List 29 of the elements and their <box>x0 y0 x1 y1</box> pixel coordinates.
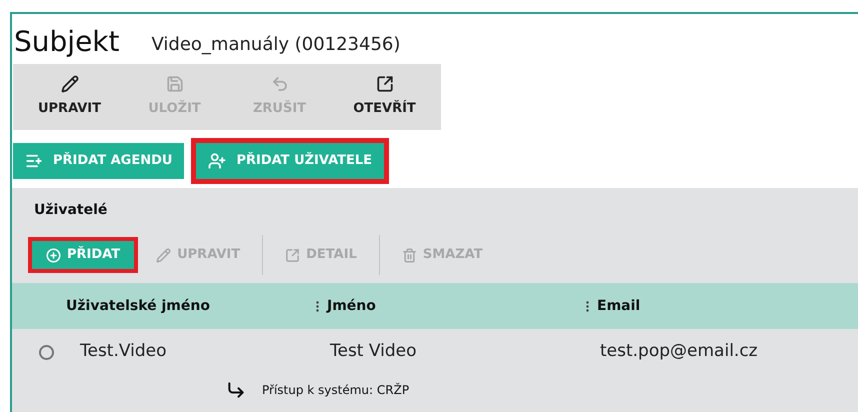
toolbar-button[interactable]: UPRAVIT <box>17 64 122 130</box>
action-button[interactable]: PŘIDAT UŽIVATELE <box>196 143 384 179</box>
plus-circle-icon <box>46 248 61 262</box>
person-add-icon <box>208 152 226 170</box>
section-title: Uživatelé <box>33 201 108 220</box>
subject-name: Video_manuály (00123456) <box>152 33 400 57</box>
column-header[interactable]: Email <box>597 296 640 316</box>
save-icon <box>166 75 184 94</box>
undo-icon <box>270 75 288 94</box>
drag-handle-icon[interactable] <box>586 300 589 312</box>
row-radio[interactable] <box>38 344 54 360</box>
pencil-icon <box>156 248 172 262</box>
table-cell-text: Test Video <box>330 340 418 364</box>
trash-icon <box>402 248 417 262</box>
pencil-icon <box>60 75 78 94</box>
page-title: Subjekt <box>14 28 120 60</box>
toolbar-button[interactable]: PŘIDAT <box>32 241 134 269</box>
action-button[interactable]: PŘIDAT AGENDU <box>13 143 184 179</box>
column-header[interactable]: Uživatelské jméno <box>66 296 210 316</box>
toolbar-button[interactable]: OTEVŘÍT <box>332 64 437 130</box>
external-link-icon <box>376 75 394 94</box>
drag-handle-icon[interactable] <box>316 300 319 312</box>
access-detail: Přístup k systému: CRŽP <box>262 382 410 399</box>
table-cell-text: Test.Video <box>80 340 168 364</box>
list-add-icon <box>25 152 43 170</box>
column-header[interactable]: Jméno <box>327 296 376 316</box>
sub-row-arrow-icon <box>226 380 246 400</box>
external-link-icon <box>285 248 300 262</box>
table-cell-text: test.pop@email.cz <box>600 340 759 364</box>
